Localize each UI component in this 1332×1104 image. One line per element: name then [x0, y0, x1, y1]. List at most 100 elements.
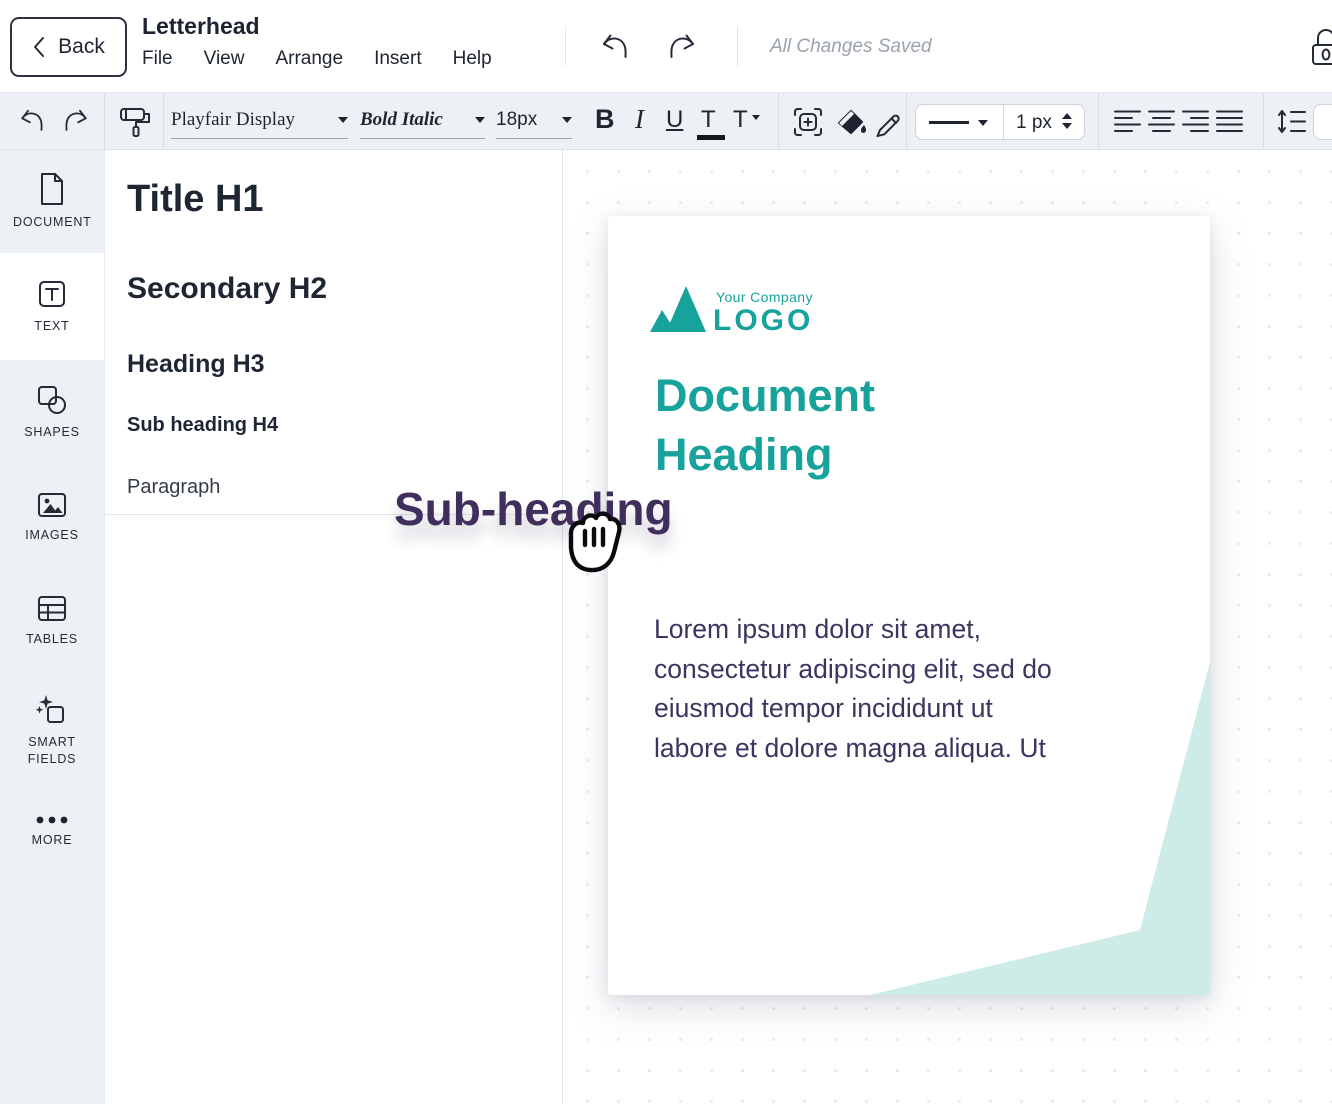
document-title: Letterhead — [142, 13, 260, 40]
corner-accent-shape[interactable] — [608, 216, 1210, 995]
image-icon — [36, 491, 68, 519]
stepper-up-icon — [1062, 113, 1072, 119]
text-style-button[interactable]: T — [733, 106, 748, 134]
divider — [778, 93, 779, 151]
sidebar-item-text[interactable]: TEXT — [0, 253, 104, 360]
table-icon — [36, 594, 68, 623]
redo-button-toolbar[interactable] — [58, 106, 92, 136]
text-styles-panel: Title H1 Secondary H2 Heading H3 Sub hea… — [104, 150, 563, 1104]
style-title-h1[interactable]: Title H1 — [127, 178, 264, 221]
divider — [163, 93, 164, 151]
text-color-swatch — [697, 135, 725, 140]
text-color-button[interactable]: T — [701, 106, 716, 134]
shapes-icon — [36, 384, 68, 416]
chevron-down-icon — [475, 117, 485, 123]
align-right-icon — [1182, 109, 1209, 134]
divider — [104, 93, 105, 151]
align-center-button[interactable] — [1148, 109, 1175, 134]
crop-icon — [792, 106, 824, 138]
line-spacing-button[interactable] — [1277, 108, 1307, 135]
divider — [565, 26, 566, 66]
stroke-settings-group: 1 px — [915, 104, 1085, 140]
sidebar-item-smart-fields[interactable]: SMART FIELDS — [0, 672, 104, 790]
chevron-down-icon — [562, 117, 572, 123]
font-family-value: Playfair Display — [171, 109, 295, 131]
lock-icon[interactable] — [1310, 27, 1332, 67]
menu-arrange[interactable]: Arrange — [275, 48, 343, 70]
sidebar-item-tables[interactable]: TABLES — [0, 570, 104, 672]
sidebar-item-more[interactable]: MORE — [0, 790, 104, 875]
format-painter-button[interactable] — [116, 102, 156, 142]
body-paragraph[interactable]: Lorem ipsum dolor sit amet, consectetur … — [654, 610, 1052, 768]
undo-button-toolbar[interactable] — [16, 106, 50, 136]
element-sidebar: DOCUMENT TEXT SHAPES IMAGES — [0, 150, 104, 1104]
text-icon — [36, 278, 68, 310]
menu-insert[interactable]: Insert — [374, 48, 422, 70]
align-left-icon — [1114, 109, 1141, 134]
document-icon — [37, 172, 67, 206]
back-label: Back — [58, 35, 105, 59]
smart-fields-icon — [35, 694, 69, 726]
divider — [1098, 93, 1099, 151]
logo-wordmark[interactable]: LOGO — [713, 304, 813, 338]
font-size-value: 18px — [496, 109, 537, 131]
line-spacing-icon — [1277, 108, 1307, 135]
stroke-width-stepper[interactable] — [1062, 113, 1072, 129]
chevron-down-icon — [752, 115, 760, 120]
dragged-sub-heading[interactable]: Sub-heading — [394, 482, 673, 536]
italic-button[interactable]: I — [635, 104, 644, 135]
fill-color-button[interactable] — [833, 105, 869, 139]
divider — [1003, 105, 1004, 139]
align-right-button[interactable] — [1182, 109, 1209, 134]
position-crop-button[interactable] — [792, 106, 824, 138]
font-family-dropdown[interactable]: Playfair Display — [171, 102, 348, 139]
font-style-dropdown[interactable]: Bold Italic — [360, 102, 485, 139]
menu-view[interactable]: View — [204, 48, 245, 70]
letterhead-editor: Back Letterhead File View Arrange Insert… — [0, 0, 1332, 1104]
pencil-icon — [872, 105, 906, 139]
menu-file[interactable]: File — [142, 48, 173, 70]
toolbar-overflow-button[interactable] — [1313, 104, 1332, 140]
chevron-left-icon — [32, 36, 46, 58]
document-heading[interactable]: Document Heading — [655, 366, 875, 484]
style-secondary-h2[interactable]: Secondary H2 — [127, 272, 327, 306]
font-size-dropdown[interactable]: 18px — [496, 102, 572, 139]
divider — [906, 93, 907, 151]
undo-button[interactable] — [597, 31, 635, 63]
chevron-down-icon — [338, 117, 348, 123]
back-button[interactable]: Back — [10, 17, 127, 77]
more-dots-icon — [35, 816, 69, 824]
align-justify-icon — [1216, 109, 1243, 134]
logo-company-name[interactable]: Your Company — [716, 289, 813, 305]
font-style-value: Bold Italic — [360, 109, 443, 131]
chevron-down-icon — [978, 120, 988, 126]
menu-help[interactable]: Help — [453, 48, 492, 70]
sidebar-item-shapes[interactable]: SHAPES — [0, 360, 104, 465]
style-sub-heading-h4[interactable]: Sub heading H4 — [127, 414, 278, 437]
divider — [1263, 93, 1264, 151]
sidebar-item-document[interactable]: DOCUMENT — [0, 150, 104, 253]
bold-button[interactable]: B — [595, 104, 615, 135]
stepper-down-icon — [1062, 123, 1072, 129]
divider — [737, 26, 738, 66]
align-center-icon — [1148, 109, 1175, 134]
underline-button[interactable]: U — [666, 106, 683, 134]
style-paragraph[interactable]: Paragraph — [127, 476, 220, 499]
draw-button[interactable] — [872, 105, 906, 139]
format-toolbar: Playfair Display Bold Italic 18px B I U … — [0, 92, 1332, 150]
line-style-preview — [929, 121, 969, 124]
align-left-button[interactable] — [1114, 109, 1141, 134]
menu-bar: File View Arrange Insert Help — [142, 48, 492, 70]
style-heading-h3[interactable]: Heading H3 — [127, 350, 265, 379]
sidebar-item-images[interactable]: IMAGES — [0, 465, 104, 570]
stroke-width-value: 1 px — [1016, 112, 1052, 134]
align-justify-button[interactable] — [1216, 109, 1243, 134]
letterhead-page[interactable]: Your Company LOGO Document Heading Lorem… — [608, 216, 1210, 995]
line-style-dropdown[interactable] — [916, 105, 1002, 139]
save-status: All Changes Saved — [770, 36, 932, 58]
design-canvas[interactable]: Your Company LOGO Document Heading Lorem… — [563, 150, 1332, 1104]
redo-button[interactable] — [662, 31, 700, 63]
logo-mountain-icon[interactable] — [650, 286, 708, 332]
paint-roller-icon — [116, 102, 156, 142]
paint-bucket-icon — [833, 105, 869, 139]
